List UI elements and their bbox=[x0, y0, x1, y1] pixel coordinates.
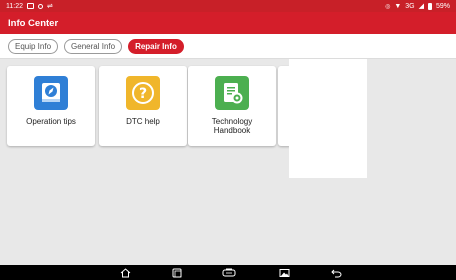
status-left: 11:22 ⇌ bbox=[6, 2, 53, 11]
status-time: 11:22 bbox=[6, 2, 23, 10]
tab-general-info[interactable]: General Info bbox=[64, 38, 123, 54]
status-bar: 11:22 ⇌ ◎ ▼ 3G ◢ 59% bbox=[0, 0, 456, 12]
screenshot-icon[interactable] bbox=[277, 267, 291, 278]
tab-label: Equip Info bbox=[15, 41, 52, 51]
title-bar: Info Center bbox=[0, 12, 456, 34]
tab-label: Repair Info bbox=[135, 41, 177, 51]
battery-icon bbox=[427, 2, 432, 10]
content-area: Operation tips ? DTC help Technology Han… bbox=[0, 59, 456, 265]
card-technology-handbook[interactable]: Technology Handbook bbox=[188, 66, 276, 146]
card-label: DTC help bbox=[126, 117, 160, 126]
card-dtc-help[interactable]: ? DTC help bbox=[99, 66, 187, 146]
sync-icon bbox=[38, 3, 43, 9]
question-icon: ? bbox=[126, 76, 160, 110]
battery-level: 59% bbox=[435, 2, 450, 10]
handbook-gear-icon bbox=[215, 76, 249, 110]
recent-apps-icon[interactable] bbox=[170, 267, 184, 278]
vci-icon[interactable] bbox=[222, 267, 236, 278]
home-icon[interactable] bbox=[118, 267, 132, 278]
tab-repair-info[interactable]: Repair Info bbox=[128, 38, 184, 54]
wifi-icon: ▼ bbox=[394, 2, 402, 10]
page-title: Info Center bbox=[8, 17, 59, 29]
compass-icon bbox=[34, 76, 68, 110]
signal-icon: ◢ bbox=[418, 3, 424, 10]
blank-overlay bbox=[289, 59, 367, 178]
back-icon[interactable] bbox=[329, 267, 343, 278]
notification-icon bbox=[27, 3, 34, 9]
status-right: ◎ ▼ 3G ◢ 59% bbox=[385, 2, 450, 10]
location-icon: ◎ bbox=[385, 3, 391, 10]
nav-bar bbox=[0, 265, 456, 280]
svg-text:?: ? bbox=[139, 86, 147, 102]
card-operation-tips[interactable]: Operation tips bbox=[7, 66, 95, 146]
tab-equip-info[interactable]: Equip Info bbox=[8, 38, 59, 54]
tabs-row: Equip Info General Info Repair Info bbox=[0, 34, 456, 59]
network-label: 3G bbox=[405, 2, 415, 10]
tab-label: General Info bbox=[71, 41, 116, 51]
card-label: Technology Handbook bbox=[211, 117, 253, 135]
card-label: Operation tips bbox=[26, 117, 76, 126]
usb-icon: ⇌ bbox=[47, 3, 53, 10]
